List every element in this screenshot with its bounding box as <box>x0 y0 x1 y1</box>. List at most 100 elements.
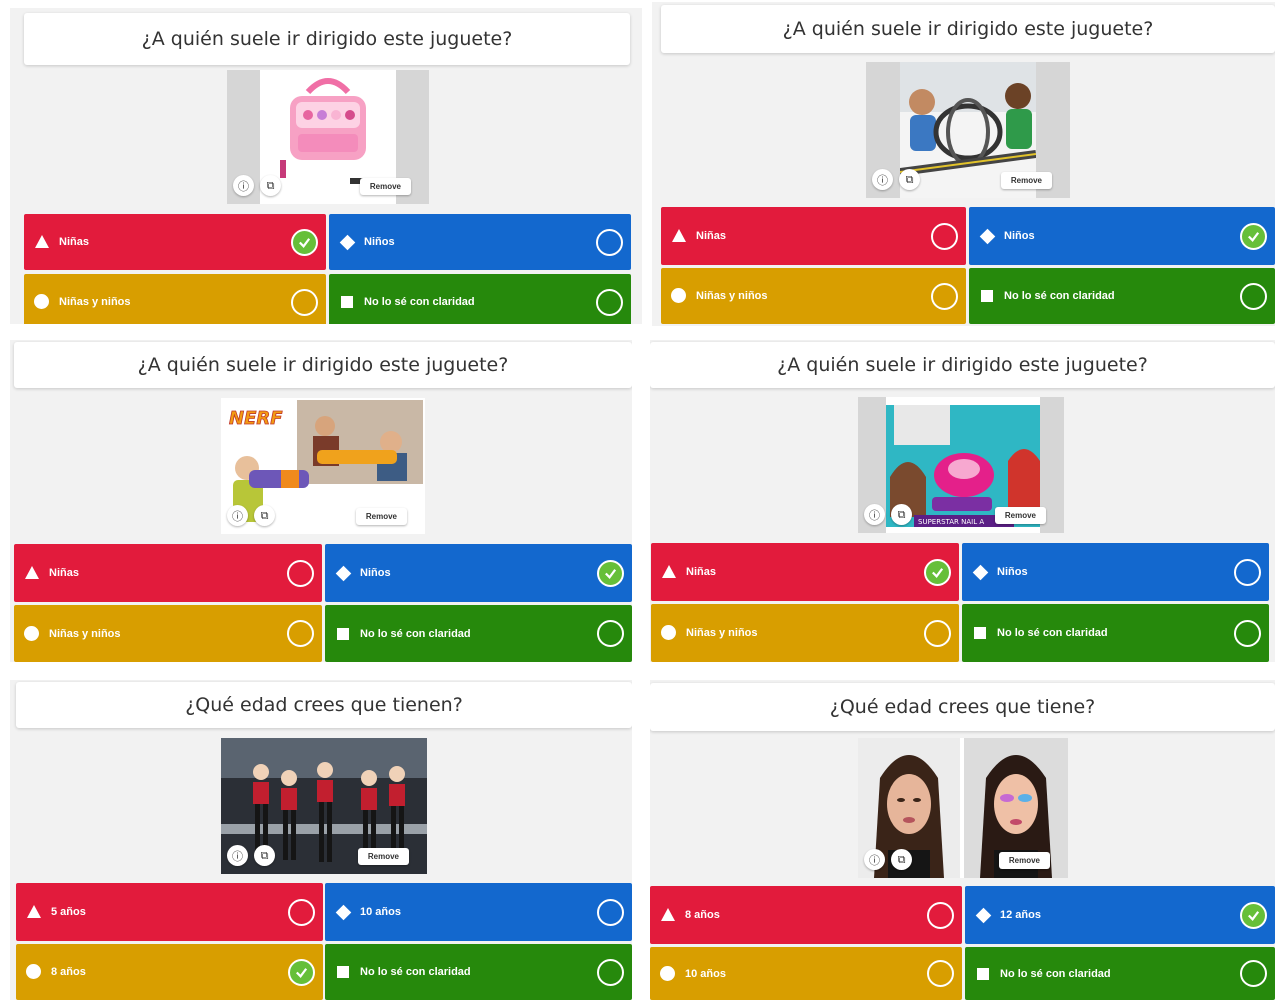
correct-toggle-icon[interactable] <box>291 288 318 316</box>
answer-label: Niñas y niños <box>59 296 131 308</box>
answer-option[interactable]: Niños <box>962 543 1269 601</box>
answer-option[interactable]: 8 años <box>650 886 962 944</box>
info-icon[interactable]: ⓘ <box>864 849 885 870</box>
question-title[interactable]: ¿Qué edad crees que tiene? <box>650 683 1275 731</box>
answer-option[interactable]: 10 años <box>325 883 632 941</box>
answer-label: No lo sé con claridad <box>997 627 1108 639</box>
correct-toggle-icon[interactable] <box>924 619 951 647</box>
correct-toggle-icon[interactable] <box>931 222 958 250</box>
crop-icon[interactable]: ⧉ <box>254 505 275 526</box>
correct-check-icon[interactable] <box>1240 901 1267 929</box>
crop-icon[interactable]: ⧉ <box>899 169 920 190</box>
answer-option[interactable]: Niñas y niños <box>24 274 326 324</box>
correct-toggle-icon[interactable] <box>287 559 314 587</box>
correct-toggle-icon[interactable] <box>927 960 954 987</box>
info-icon[interactable]: ⓘ <box>872 169 893 190</box>
question-image[interactable]: ⓘ ⧉ Remove <box>866 62 1070 198</box>
question-title[interactable]: ¿A quién suele ir dirigido este juguete? <box>650 342 1275 388</box>
question-image[interactable]: SUPERSTAR NAIL A ⓘ ⧉ Remove <box>858 397 1064 533</box>
question-image[interactable]: ⓘ ⧉ Remove <box>221 738 427 874</box>
answer-option[interactable]: 12 años <box>965 886 1275 944</box>
crop-icon[interactable]: ⧉ <box>891 504 912 525</box>
correct-toggle-icon[interactable] <box>288 898 315 926</box>
answer-option[interactable]: Niños <box>325 544 632 602</box>
correct-toggle-icon[interactable] <box>287 620 314 647</box>
quiz-panel: ¿A quién suele ir dirigido este juguete?… <box>10 340 632 662</box>
correct-check-icon[interactable] <box>288 958 315 986</box>
answer-label: No lo sé con claridad <box>360 627 471 640</box>
answer-option[interactable]: Niños <box>969 207 1275 265</box>
question-title[interactable]: ¿Qué edad crees que tienen? <box>16 682 632 728</box>
crop-icon[interactable]: ⧉ <box>254 845 275 866</box>
answer-label: No lo sé con claridad <box>360 966 471 978</box>
correct-toggle-icon[interactable] <box>927 901 954 929</box>
answer-option[interactable]: No lo sé con claridad <box>329 274 631 324</box>
answer-option[interactable]: Niños <box>329 214 631 270</box>
correct-check-icon[interactable] <box>924 558 951 586</box>
answer-label: 10 años <box>685 967 726 980</box>
correct-toggle-icon[interactable] <box>596 228 623 256</box>
question-image[interactable]: NERF ⓘ ⧉ Remove <box>221 398 425 534</box>
circle-icon <box>33 293 51 311</box>
remove-image-button[interactable]: Remove <box>355 508 407 525</box>
question-title[interactable]: ¿A quién suele ir dirigido este juguete? <box>661 5 1275 53</box>
answer-option[interactable]: Niñas y niños <box>661 268 966 324</box>
crop-icon[interactable]: ⧉ <box>891 849 912 870</box>
info-icon[interactable]: ⓘ <box>233 175 254 196</box>
correct-check-icon[interactable] <box>1240 222 1267 250</box>
answer-label: No lo sé con claridad <box>1004 290 1115 302</box>
question-title[interactable]: ¿A quién suele ir dirigido este juguete? <box>14 342 632 388</box>
answer-option[interactable]: No lo sé con claridad <box>962 604 1269 662</box>
info-icon[interactable]: ⓘ <box>227 845 248 866</box>
answer-label: No lo sé con claridad <box>1000 967 1111 980</box>
answer-option[interactable]: Niñas <box>661 207 966 265</box>
question-image[interactable]: ⓘ ⧉ Remove <box>858 738 1068 878</box>
answer-label: Niños <box>997 566 1028 578</box>
correct-toggle-icon[interactable] <box>597 620 624 647</box>
answer-option[interactable]: 10 años <box>650 947 962 1000</box>
info-icon[interactable]: ⓘ <box>864 504 885 525</box>
square-icon <box>334 625 352 643</box>
answer-option[interactable]: Niñas y niños <box>14 605 322 662</box>
diamond-icon <box>338 233 356 251</box>
remove-image-button[interactable]: Remove <box>359 178 411 195</box>
correct-toggle-icon[interactable] <box>1240 282 1267 310</box>
correct-toggle-icon[interactable] <box>931 282 958 310</box>
answer-option[interactable]: Niñas <box>14 544 322 602</box>
question-title[interactable]: ¿A quién suele ir dirigido este juguete? <box>24 13 630 65</box>
crop-icon[interactable]: ⧉ <box>260 175 281 196</box>
answer-option[interactable]: No lo sé con claridad <box>325 944 632 1000</box>
correct-toggle-icon[interactable] <box>1240 960 1267 987</box>
circle-icon <box>659 965 677 983</box>
correct-toggle-icon[interactable] <box>597 958 624 986</box>
quiz-panel: ¿Qué edad crees que tienen? ⓘ ⧉ Remove 5… <box>10 680 632 1000</box>
remove-image-button[interactable]: Remove <box>994 507 1046 524</box>
correct-check-icon[interactable] <box>597 559 624 587</box>
answer-option[interactable]: Niñas <box>24 214 326 270</box>
answer-option[interactable]: 5 años <box>16 883 323 941</box>
answer-label: 8 años <box>685 909 720 921</box>
answer-option[interactable]: Niñas <box>651 543 959 601</box>
remove-image-button[interactable]: Remove <box>357 848 409 865</box>
square-icon <box>974 965 992 983</box>
question-image[interactable]: ⓘ ⧉ Remove <box>227 70 429 204</box>
answer-option[interactable]: No lo sé con claridad <box>969 268 1275 324</box>
info-icon[interactable]: ⓘ <box>227 505 248 526</box>
diamond-icon <box>971 563 989 581</box>
answer-option[interactable]: 8 años <box>16 944 323 1000</box>
correct-check-icon[interactable] <box>291 228 318 256</box>
diamond-icon <box>334 903 352 921</box>
correct-toggle-icon[interactable] <box>596 288 623 316</box>
correct-toggle-icon[interactable] <box>1234 558 1261 586</box>
answer-label: Niñas <box>59 236 89 248</box>
answer-option[interactable]: No lo sé con claridad <box>965 947 1275 1000</box>
correct-toggle-icon[interactable] <box>597 898 624 926</box>
remove-image-button[interactable]: Remove <box>1000 172 1052 189</box>
correct-toggle-icon[interactable] <box>1234 619 1261 647</box>
answer-option[interactable]: Niñas y niños <box>651 604 959 662</box>
circle-icon <box>25 963 43 981</box>
answer-label: Niñas y niños <box>49 627 121 640</box>
answer-option[interactable]: No lo sé con claridad <box>325 605 632 662</box>
quiz-panel: ¿Qué edad crees que tiene? ⓘ ⧉ Remove 8 … <box>650 680 1275 1000</box>
remove-image-button[interactable]: Remove <box>998 852 1050 869</box>
